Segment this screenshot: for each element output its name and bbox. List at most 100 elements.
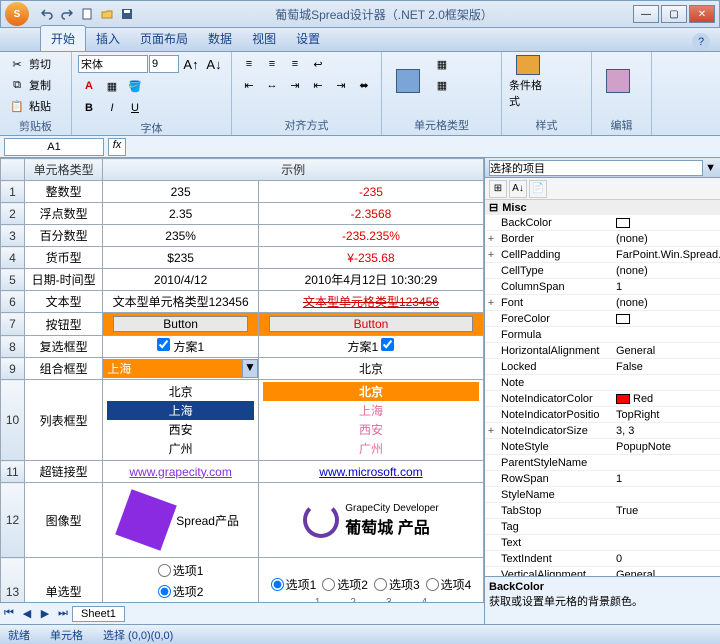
list-item[interactable]: 西安 [263,420,479,439]
row-head[interactable]: 9 [1,358,25,380]
prop-row[interactable]: TabStopTrue [485,503,720,519]
prop-row[interactable]: NoteStylePopupNote [485,439,720,455]
paste-icon[interactable]: 📋 [6,96,28,116]
align-top-icon[interactable]: ≡ [238,54,260,74]
cell-a[interactable]: 文本型单元格类型123456 [103,291,259,313]
prop-value[interactable]: 1 [612,473,720,485]
radio-b1[interactable] [271,578,284,591]
edit-button[interactable] [598,54,638,110]
expand-icon[interactable]: + [485,425,497,437]
undo-icon[interactable] [39,6,55,22]
row-head[interactable]: 7 [1,313,25,336]
listbox-a[interactable]: 北京 上海 西安 广州 [103,380,259,461]
tab-view[interactable]: 视图 [242,26,286,51]
prop-value[interactable] [612,218,720,228]
col-header-b[interactable]: 示例 [103,159,484,181]
list-item[interactable]: 西安 [107,420,254,439]
row-head[interactable]: 13 [1,558,25,603]
radio-a2[interactable] [158,585,171,598]
prop-row[interactable]: Tag [485,519,720,535]
sheet-tab-1[interactable]: Sheet1 [72,606,125,622]
new-icon[interactable] [79,6,95,22]
cell-type[interactable]: 单选型 [25,558,103,603]
prop-object-select[interactable] [489,160,703,176]
prop-row[interactable]: +Font(none) [485,295,720,311]
bold-icon[interactable]: B [78,98,100,118]
prop-row[interactable]: NoteIndicatorColorRed [485,391,720,407]
prop-list[interactable]: ⊟ Misc BackColor+Border(none)+CellPaddin… [485,200,720,576]
prop-value[interactable]: True [612,505,720,517]
row-head[interactable]: 3 [1,225,25,247]
cell-a[interactable]: 235% [103,225,259,247]
cell-b[interactable]: ¥-235.68 [258,247,483,269]
image-cell-b[interactable]: GrapeCity Developer葡萄城 产品 [258,483,483,558]
prop-value[interactable]: TopRight [612,409,720,421]
cell-type[interactable]: 浮点数型 [25,203,103,225]
indent-dec-icon[interactable]: ⇤ [307,75,329,95]
radio-b4[interactable] [426,578,439,591]
col-header-a[interactable]: 单元格类型 [25,159,103,181]
cell-type[interactable]: 整数型 [25,181,103,203]
alpha-sort-icon[interactable]: A↓ [509,180,527,198]
prop-row[interactable]: HorizontalAlignmentGeneral [485,343,720,359]
checkbox-b[interactable] [381,338,394,351]
prop-row[interactable]: +CellPaddingFarPoint.Win.Spread.CellPa [485,247,720,263]
tab-data[interactable]: 数据 [198,26,242,51]
expand-icon[interactable]: + [485,249,497,261]
radio-cell-a[interactable]: 选项1 选项2 选项3 [103,558,259,603]
italic-icon[interactable]: I [101,98,123,118]
cell-b[interactable]: -235.235% [258,225,483,247]
prop-value[interactable]: False [612,361,720,373]
prop-row[interactable]: CellType(none) [485,263,720,279]
prop-row[interactable]: RowSpan1 [485,471,720,487]
prop-value[interactable]: 0 [612,553,720,565]
open-icon[interactable] [99,6,115,22]
cell-type[interactable]: 文本型 [25,291,103,313]
prop-row[interactable]: ColumnSpan1 [485,279,720,295]
sheet-nav-next[interactable]: ▶ [36,605,54,623]
indent-inc-icon[interactable]: ⇥ [330,75,352,95]
radio-b3[interactable] [374,578,387,591]
copy-icon[interactable]: ⧉ [6,75,28,95]
prop-row[interactable]: NoteIndicatorPositioTopRight [485,407,720,423]
cell-type[interactable]: 按钮型 [25,313,103,336]
prop-value[interactable]: General [612,345,720,357]
app-orb[interactable]: S [5,2,29,26]
border-icon[interactable]: ▦ [101,76,123,96]
list-item[interactable]: 北京 [107,382,254,401]
cell-type[interactable]: 超链接型 [25,461,103,483]
cell-type[interactable]: 图像型 [25,483,103,558]
cell-type[interactable]: 复选框型 [25,336,103,358]
align-center-icon[interactable]: ↔ [261,75,283,95]
row-head[interactable]: 4 [1,247,25,269]
row-head[interactable]: 5 [1,269,25,291]
font-size-select[interactable] [149,55,179,73]
combo-dropdown-a[interactable]: ▼ [242,359,258,378]
cell-a[interactable]: 2.35 [103,203,259,225]
maximize-button[interactable]: ▢ [661,5,687,23]
cell-b[interactable]: -235 [258,181,483,203]
button-b[interactable]: Button [269,316,473,332]
cell-b[interactable]: 文本型单元格类型123456 [258,291,483,313]
prop-row[interactable]: TextIndent0 [485,551,720,567]
tab-layout[interactable]: 页面布局 [130,26,198,51]
prop-row[interactable]: VerticalAlignmentGeneral [485,567,720,576]
listbox-b[interactable]: 北京 上海 西安 广州 [258,380,483,461]
fx-icon[interactable]: fx [108,138,126,156]
tab-settings[interactable]: 设置 [286,26,330,51]
cell-type[interactable]: 日期-时间型 [25,269,103,291]
checkbox-a[interactable] [157,338,170,351]
checkbox-cell-a[interactable]: 方案1 [103,336,259,358]
fill-color-icon[interactable]: 🪣 [124,76,146,96]
cell-type[interactable]: 百分数型 [25,225,103,247]
prop-dropdown-icon[interactable]: ▼ [705,162,716,174]
celltype-dropdown[interactable] [388,54,428,110]
prop-row[interactable]: +Border(none) [485,231,720,247]
prop-row[interactable]: Note [485,375,720,391]
row-head[interactable]: 6 [1,291,25,313]
link-cell-b[interactable]: www.microsoft.com [258,461,483,483]
link-cell-a[interactable]: www.grapecity.com [103,461,259,483]
radio-cell-b[interactable]: 选项1 选项2 选项3 选项4 1234 [258,558,483,603]
close-button[interactable]: ✕ [689,5,715,23]
categorize-icon[interactable]: ⊞ [489,180,507,198]
